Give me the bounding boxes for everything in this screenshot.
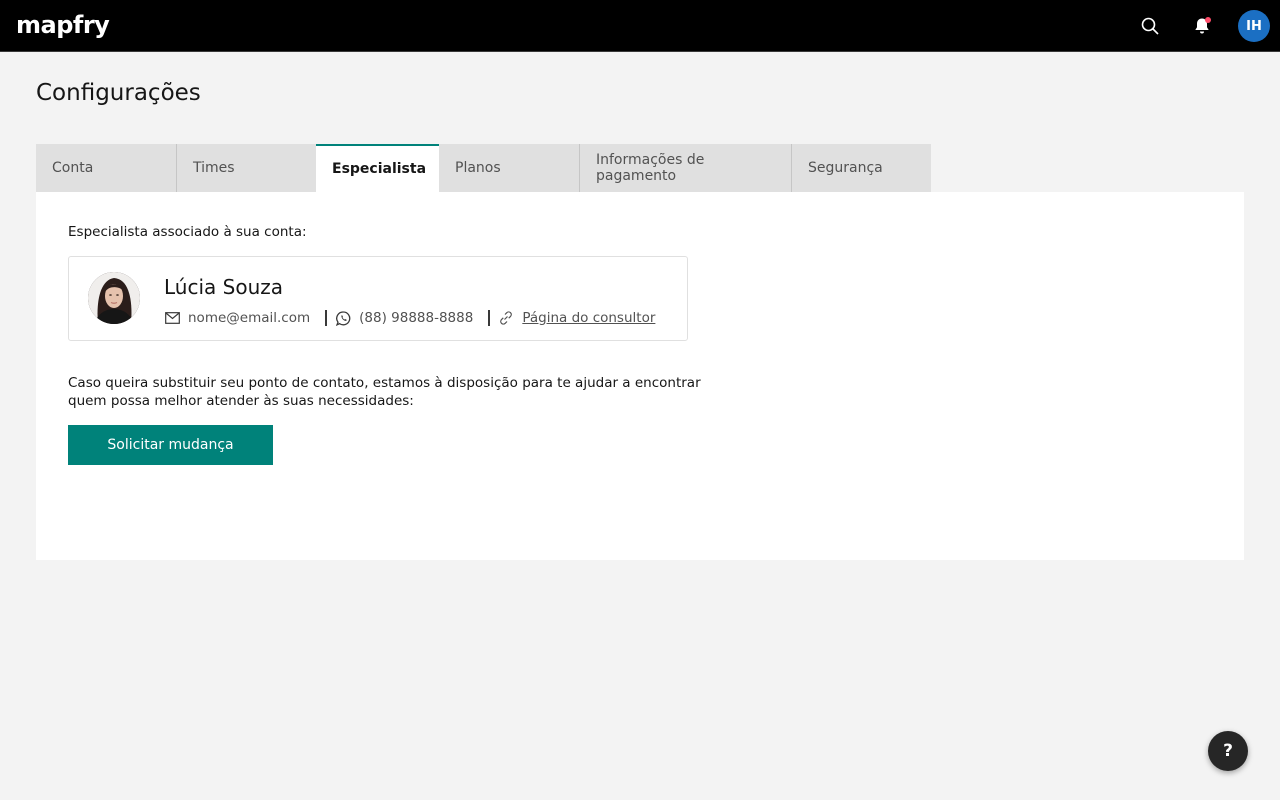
change-request-description: Caso queira substituir seu ponto de cont… bbox=[68, 375, 701, 409]
search-button[interactable] bbox=[1134, 10, 1166, 42]
specialist-card: Lúcia Souza nome@email.com (88) 98888-88… bbox=[68, 256, 688, 341]
top-bar: mapfry IH bbox=[0, 0, 1280, 52]
tab-informacoes-de-pagamento[interactable]: Informações de pagamento bbox=[579, 144, 791, 192]
tab-seguranca[interactable]: Segurança bbox=[791, 144, 931, 192]
specialist-phone[interactable]: (88) 98888-8888 bbox=[359, 310, 473, 326]
search-icon bbox=[1141, 17, 1159, 35]
request-change-button[interactable]: Solicitar mudança bbox=[68, 425, 273, 465]
divider bbox=[325, 310, 328, 326]
settings-tabs: Conta Times Especialista Planos Informaç… bbox=[36, 144, 931, 192]
specialist-contacts: nome@email.com (88) 98888-8888 Página do… bbox=[164, 309, 655, 327]
link-icon bbox=[498, 310, 514, 326]
tab-panel-especialista: Especialista associado à sua conta: Lúci… bbox=[36, 192, 1244, 560]
divider bbox=[488, 310, 491, 326]
page-title: Configurações bbox=[36, 80, 201, 106]
tab-planos[interactable]: Planos bbox=[439, 144, 579, 192]
specialist-section-label: Especialista associado à sua conta: bbox=[68, 224, 307, 240]
whatsapp-icon bbox=[335, 310, 351, 326]
consultant-page-link[interactable]: Página do consultor bbox=[522, 310, 655, 326]
tab-times[interactable]: Times bbox=[176, 144, 316, 192]
specialist-email[interactable]: nome@email.com bbox=[188, 310, 310, 326]
specialist-photo bbox=[88, 272, 140, 324]
notification-dot bbox=[1205, 17, 1211, 23]
specialist-name: Lúcia Souza bbox=[164, 275, 283, 299]
help-button[interactable]: ? bbox=[1208, 731, 1248, 771]
tab-conta[interactable]: Conta bbox=[36, 144, 176, 192]
tab-especialista[interactable]: Especialista bbox=[316, 144, 439, 192]
mail-icon bbox=[164, 310, 180, 326]
notifications-button[interactable] bbox=[1186, 10, 1218, 42]
brand-logo[interactable]: mapfry bbox=[16, 10, 110, 40]
user-avatar[interactable]: IH bbox=[1238, 10, 1270, 42]
